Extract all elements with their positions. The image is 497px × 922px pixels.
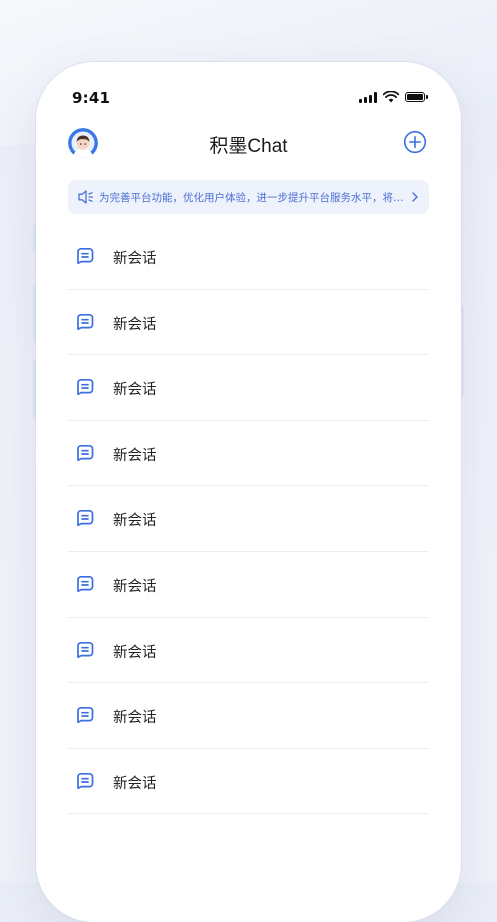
- chat-bubble-icon: [77, 641, 94, 658]
- list-item[interactable]: 新会话: [68, 224, 429, 290]
- chat-bubble-icon: [77, 575, 94, 593]
- signal-icon: [359, 91, 377, 103]
- conversation-label: 新会话: [113, 447, 157, 464]
- list-item[interactable]: 新会话: [68, 749, 429, 815]
- list-item[interactable]: 新会话: [68, 421, 429, 487]
- conversation-label: 新会话: [113, 775, 157, 792]
- chat-bubble-icon: [77, 379, 94, 396]
- conversation-label: 新会话: [113, 251, 157, 267]
- chevron-right-icon: [412, 192, 418, 202]
- battery-icon: [405, 92, 428, 102]
- conversation-label: 新会话: [113, 316, 157, 333]
- conversation-label: 新会话: [113, 710, 157, 727]
- notice-banner[interactable]: 为完善平台功能，优化用户体验，进一步提升平台服务水平，将…: [68, 180, 429, 214]
- list-item[interactable]: 新会话: [68, 290, 429, 356]
- page-title: 积墨Chat: [209, 136, 288, 157]
- conversation-label: 新会话: [113, 578, 157, 595]
- chat-bubble-icon: [77, 313, 94, 330]
- conversation-label: 新会话: [113, 382, 157, 399]
- status-time: 9:41: [72, 89, 111, 107]
- chat-bubble-icon: [77, 707, 94, 724]
- plus-circle-icon[interactable]: [403, 130, 427, 154]
- chat-bubble-icon: [77, 772, 94, 789]
- conversation-label: 新会话: [113, 513, 157, 530]
- list-item[interactable]: 新会话: [68, 486, 429, 552]
- phone-screen: 9:41 积墨Chat 为完善平台功能，优化用户体验，进一步提升平台服务水平，将…: [36, 62, 461, 922]
- status-bar: 9:41: [36, 62, 461, 132]
- speaker-icon: [78, 190, 94, 204]
- chat-bubble-icon: [77, 247, 94, 265]
- status-icons: [359, 91, 428, 103]
- list-item[interactable]: 新会话: [68, 618, 429, 684]
- wifi-icon: [383, 91, 399, 103]
- list-item[interactable]: 新会话: [68, 683, 429, 749]
- app-header: 积墨Chat: [36, 124, 461, 164]
- notice-text: 为完善平台功能，优化用户体验，进一步提升平台服务水平，将…: [99, 191, 404, 204]
- conversation-list: 新会话 新会话 新会话 新会话 新会话 新会话 新会话 新会话 新会话: [68, 224, 429, 815]
- chat-bubble-icon: [77, 444, 94, 461]
- list-item[interactable]: 新会话: [68, 552, 429, 618]
- chat-bubble-icon: [77, 510, 94, 527]
- list-item[interactable]: 新会话: [68, 355, 429, 421]
- conversation-label: 新会话: [113, 644, 157, 661]
